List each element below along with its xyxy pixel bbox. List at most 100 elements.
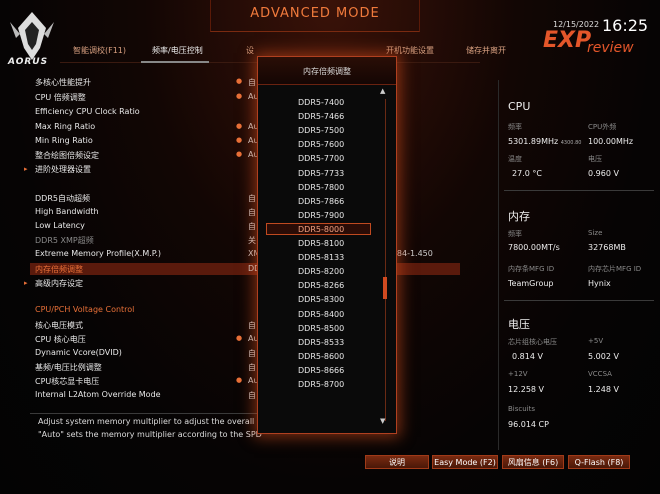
- help-text-line-1: Adjust system memory multiplier to adjus…: [38, 417, 278, 426]
- setting-value: 自: [248, 349, 256, 358]
- tab-settings[interactable]: 设: [246, 45, 254, 56]
- dropdown-option[interactable]: DDR5-7800: [298, 183, 344, 192]
- cpu-temp-label: 温度: [508, 155, 522, 163]
- cpu-volt-value: 0.960 V: [588, 169, 619, 178]
- dropdown-option[interactable]: DDR5-8133: [298, 253, 344, 262]
- mem-freq-label: 频率: [508, 230, 522, 238]
- dropdown-option[interactable]: DDR5-7400: [298, 98, 344, 107]
- dropdown-option[interactable]: DDR5-8400: [298, 310, 344, 319]
- p5v-label: +5V: [588, 337, 604, 345]
- chipset-volt-value: 0.814 V: [512, 352, 543, 361]
- dropdown-option[interactable]: DDR5-8266: [298, 281, 344, 290]
- dropdown-option[interactable]: DDR5-7466: [298, 112, 344, 121]
- dropdown-title: 内存倍频调整: [303, 67, 351, 76]
- scrollbar-thumb[interactable]: [383, 277, 387, 299]
- dropdown-option[interactable]: DDR5-7500: [298, 126, 344, 135]
- setting-cpu-ratio[interactable]: CPU 倍频调整: [35, 92, 86, 103]
- setting-advanced-memory[interactable]: 高级内存设定: [35, 278, 83, 289]
- dropdown-option[interactable]: DDR5-7733: [298, 169, 344, 178]
- mem-mfg-label: 内存条MFG ID: [508, 265, 555, 273]
- setting-advanced-cpu[interactable]: 进阶处理器设置: [35, 164, 91, 175]
- mem-chip-mfg-label: 内存芯片MFG ID: [588, 265, 642, 273]
- setting-ddr5-xmp-oc: DDR5 XMP超频: [35, 236, 94, 245]
- scrollbar-track[interactable]: [385, 99, 386, 421]
- dropdown-option[interactable]: DDR5-8700: [298, 380, 344, 389]
- dropdown-option[interactable]: DDR5-7900: [298, 211, 344, 220]
- vccsa-label: VCCSA: [588, 370, 612, 378]
- active-tab-indicator: [141, 61, 209, 63]
- cpu-freq-sub: 4300.80: [560, 140, 582, 146]
- dropdown-option[interactable]: DDR5-8666: [298, 366, 344, 375]
- setting-dynamic-vcore[interactable]: Dynamic Vcore(DVID): [35, 348, 122, 357]
- setting-value: 关: [248, 236, 256, 245]
- p5v-value: 5.002 V: [588, 352, 619, 361]
- xmp-profile-tail: -84-1.450: [394, 249, 433, 258]
- tab-save-exit[interactable]: 储存并离开: [466, 45, 506, 56]
- mode-title: ADVANCED MODE: [250, 6, 380, 21]
- divider: [504, 300, 654, 301]
- setting-xmp-profile[interactable]: Extreme Memory Profile(X.M.P.): [35, 249, 161, 258]
- setting-value: 自: [248, 78, 256, 87]
- dropdown-option[interactable]: DDR5-7866: [298, 197, 344, 206]
- memory-section-title: 内存: [508, 210, 530, 223]
- cpu-section-title: CPU: [508, 100, 531, 113]
- cpu-freq-label: 频率: [508, 123, 522, 131]
- scroll-up-arrow-icon[interactable]: ▲: [380, 87, 385, 95]
- setting-bclk-voltage-ratio[interactable]: 基频/电压比例调整: [35, 362, 102, 373]
- setting-max-ring-ratio[interactable]: Max Ring Ratio: [35, 122, 95, 131]
- setting-value: 自: [248, 363, 256, 372]
- tab-boot[interactable]: 开机功能设置: [386, 45, 434, 56]
- setting-value: 自: [248, 194, 256, 203]
- setting-l2atom-override[interactable]: Internal L2Atom Override Mode: [35, 390, 161, 399]
- easy-mode-button[interactable]: Easy Mode (F2): [432, 455, 498, 469]
- fan-info-button[interactable]: 风扇信息 (F6): [502, 455, 564, 469]
- biscuits-value: 96.014 CP: [508, 420, 549, 429]
- setting-ddr5-auto-oc[interactable]: DDR5自动超频: [35, 193, 90, 204]
- mem-mfg-value: TeamGroup: [508, 279, 554, 288]
- dropdown-option[interactable]: DDR5-7700: [298, 154, 344, 163]
- memory-ratio-dropdown[interactable]: 内存倍频调整 DDR5-7400 DDR5-7466 DDR5-7500 DDR5-7…: [257, 56, 397, 434]
- setting-low-latency[interactable]: Low Latency: [35, 221, 85, 230]
- biscuits-label: Biscuits: [508, 405, 536, 413]
- setting-igpu-voltage[interactable]: CPU核芯显卡电压: [35, 376, 99, 387]
- dropdown-option[interactable]: DDR5-8533: [298, 338, 344, 347]
- setting-value: 自: [248, 208, 256, 217]
- submenu-arrow-icon: ▸: [24, 165, 28, 173]
- section-cpu-pch-voltage: CPU/PCH Voltage Control: [35, 305, 135, 314]
- setting-value: 自: [248, 222, 256, 231]
- bullet-icon: ●: [236, 77, 243, 85]
- help-button[interactable]: 说明: [365, 455, 429, 469]
- setting-multicore-enhance[interactable]: 多核心性能提升: [35, 77, 91, 88]
- tab-smart-tweak[interactable]: 智能调校(F11): [73, 45, 126, 56]
- setting-memory-ratio[interactable]: 内存倍频调整: [35, 264, 83, 275]
- setting-efficiency-cpu-ratio[interactable]: Efficiency CPU Clock Ratio: [35, 107, 140, 116]
- cpu-freq-value: 5301.89MHz 4300.80: [508, 137, 582, 146]
- dropdown-option[interactable]: DDR5-8200: [298, 267, 344, 276]
- dropdown-option[interactable]: DDR5-8100: [298, 239, 344, 248]
- bullet-icon: ●: [236, 136, 243, 144]
- submenu-arrow-icon: ▸: [24, 279, 28, 287]
- dropdown-option[interactable]: DDR5-8000: [298, 225, 344, 234]
- voltage-section-title: 电压: [508, 318, 530, 331]
- tab-frequency-voltage[interactable]: 频率/电压控制: [152, 45, 203, 56]
- cpu-volt-label: 电压: [588, 155, 602, 163]
- setting-igpu-ratio[interactable]: 整合绘图倍频设定: [35, 150, 99, 161]
- setting-cpu-vcore[interactable]: CPU 核心电压: [35, 334, 86, 345]
- bullet-icon: ●: [236, 334, 243, 342]
- time: 16:25: [602, 16, 649, 35]
- dropdown-option[interactable]: DDR5-7600: [298, 140, 344, 149]
- dropdown-option[interactable]: DDR5-8500: [298, 324, 344, 333]
- bullet-icon: ●: [236, 122, 243, 130]
- logo-text: AORUS: [8, 57, 49, 67]
- setting-core-voltage-mode[interactable]: 核心电压模式: [35, 320, 83, 331]
- dropdown-option[interactable]: DDR5-8600: [298, 352, 344, 361]
- qflash-button[interactable]: Q-Flash (F8): [568, 455, 630, 469]
- bullet-icon: ●: [236, 376, 243, 384]
- mem-size-label: Size: [588, 229, 603, 237]
- scroll-down-arrow-icon[interactable]: ▼: [380, 417, 385, 425]
- vccsa-value: 1.248 V: [588, 385, 619, 394]
- setting-min-ring-ratio[interactable]: Min Ring Ratio: [35, 136, 93, 145]
- setting-high-bandwidth[interactable]: High Bandwidth: [35, 207, 99, 216]
- dropdown-option[interactable]: DDR5-8300: [298, 295, 344, 304]
- bullet-icon: ●: [236, 150, 243, 158]
